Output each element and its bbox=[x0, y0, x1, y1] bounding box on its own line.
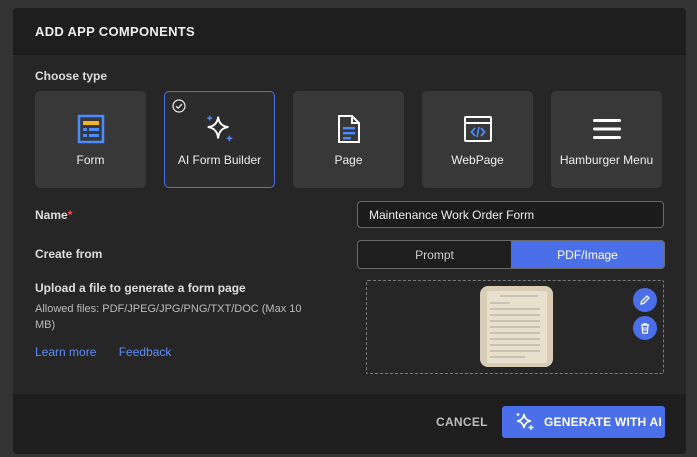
type-card-page[interactable]: Page bbox=[293, 91, 404, 188]
type-card-label: AI Form Builder bbox=[177, 152, 262, 167]
type-card-label: Page bbox=[334, 152, 363, 167]
upload-help-text: Allowed files: PDF/JPEG/JPG/PNG/TXT/DOC … bbox=[35, 303, 302, 331]
create-from-toggle: Prompt PDF/Image bbox=[357, 240, 665, 269]
upload-title: Upload a file to generate a form page bbox=[35, 281, 246, 295]
file-dropzone[interactable] bbox=[366, 280, 664, 374]
create-from-prompt[interactable]: Prompt bbox=[358, 241, 511, 268]
type-card-label: WebPage bbox=[451, 152, 504, 167]
pencil-icon bbox=[640, 295, 650, 305]
type-cards: Form AI Form Builder Page WebPage Hambur… bbox=[35, 91, 662, 188]
help-links: Learn more Feedback bbox=[35, 345, 190, 359]
sparkle-icon bbox=[516, 413, 534, 430]
name-label: Name* bbox=[35, 208, 73, 222]
type-card-webpage[interactable]: WebPage bbox=[422, 91, 533, 188]
type-card-hamburger-menu[interactable]: Hamburger Menu bbox=[551, 91, 662, 188]
type-card-label: Form bbox=[76, 152, 105, 167]
type-card-label: Hamburger Menu bbox=[559, 152, 654, 167]
check-circle-icon bbox=[172, 99, 186, 113]
sparkle-icon bbox=[204, 113, 236, 145]
choose-type-label: Choose type bbox=[35, 69, 108, 83]
required-asterisk: * bbox=[67, 208, 73, 222]
webpage-icon bbox=[462, 113, 494, 145]
edit-file-button[interactable] bbox=[633, 288, 657, 312]
generate-with-ai-button[interactable]: GENERATE WITH AI bbox=[502, 406, 665, 438]
trash-icon bbox=[641, 323, 649, 334]
learn-more-link[interactable]: Learn more bbox=[35, 345, 96, 359]
generate-with-ai-label: GENERATE WITH AI bbox=[544, 415, 662, 429]
create-from-pdf-image[interactable]: PDF/Image bbox=[511, 241, 664, 268]
dialog-title: ADD APP COMPONENTS bbox=[13, 8, 686, 55]
hamburger-menu-icon bbox=[591, 113, 623, 145]
add-app-components-dialog: ADD APP COMPONENTS Choose type Form AI F… bbox=[13, 8, 686, 454]
delete-file-button[interactable] bbox=[633, 316, 657, 340]
page-icon bbox=[333, 113, 365, 145]
uploaded-file-thumbnail bbox=[480, 286, 553, 367]
type-card-ai-form-builder[interactable]: AI Form Builder bbox=[164, 91, 275, 188]
type-card-form[interactable]: Form bbox=[35, 91, 146, 188]
name-field[interactable] bbox=[357, 201, 664, 228]
form-icon bbox=[75, 113, 107, 145]
feedback-link[interactable]: Feedback bbox=[119, 345, 172, 359]
create-from-label: Create from bbox=[35, 247, 103, 261]
cancel-button[interactable]: CANCEL bbox=[436, 415, 488, 429]
